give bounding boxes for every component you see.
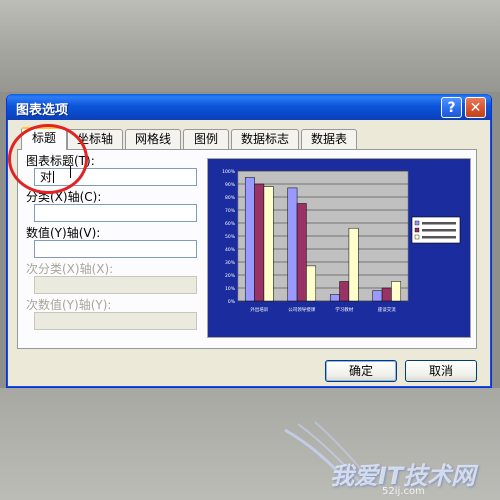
legend-swatch [414, 234, 420, 240]
y-tick-label: 70% [225, 208, 236, 214]
red-highlight-circle [8, 124, 88, 194]
y-tick-label: 100% [222, 169, 236, 175]
legend-entry-text-placeholder [422, 222, 456, 225]
legend-swatch [414, 227, 420, 233]
bar [372, 290, 383, 302]
y-tick-label: 0% [228, 299, 236, 305]
x-category-label: 外出培训 [250, 306, 268, 313]
bar [348, 227, 359, 302]
help-icon: ? [447, 99, 456, 116]
x-category-label: 座谈交流 [378, 306, 396, 313]
ok-button-label: 确定 [348, 364, 373, 378]
y-tick-label: 50% [225, 234, 236, 240]
y-tick-label: 80% [225, 195, 236, 201]
dialog-titlebar: 图表选项 ? ✕ [7, 94, 491, 120]
x-category-label: 学习教材 [335, 306, 353, 313]
x-category-label: 公司领导授课 [288, 306, 315, 313]
bar [391, 281, 402, 302]
tab-label: 网格线 [134, 132, 171, 146]
bar [263, 186, 274, 302]
bar [339, 281, 350, 302]
secondary-category-x-axis-input [34, 276, 197, 294]
bar [329, 294, 340, 302]
value-y-axis-input[interactable] [34, 240, 197, 258]
cancel-button[interactable]: 取消 [405, 360, 477, 382]
tab-label: 图例 [193, 132, 218, 146]
bar [381, 287, 392, 302]
tab-data-labels[interactable]: 数据标志 [231, 129, 299, 149]
desktop-background-top [0, 0, 500, 92]
cancel-button-label: 取消 [428, 364, 453, 378]
bar [296, 203, 307, 302]
ok-button[interactable]: 确定 [325, 360, 397, 382]
tab-data-table[interactable]: 数据表 [301, 129, 357, 149]
secondary-category-x-axis-label: 次分类(X)轴(X): [26, 262, 114, 276]
y-tick-label: 10% [225, 286, 236, 292]
bar [244, 177, 255, 302]
chart-preview: 0% 10% 20% 30% 40% 50% 60% 70% 80% 90% 100% 外出培训 公司领… [207, 158, 471, 338]
secondary-value-y-axis-label: 次数值(Y)轴(Y): [26, 298, 112, 312]
bar [306, 265, 317, 302]
y-tick-label: 40% [225, 247, 236, 253]
bar [287, 187, 298, 302]
legend-entry-text-placeholder [422, 229, 456, 232]
legend-entry-text-placeholder [422, 236, 456, 239]
watermark-url: 52ij.com [382, 486, 425, 497]
category-x-axis-input[interactable] [34, 204, 197, 222]
tab-label: 数据表 [310, 132, 347, 146]
help-button[interactable]: ? [441, 97, 462, 118]
title-tab-panel: 图表标题(T): 对 分类(X)轴(C): 数值(Y)轴(V): 次分类(X)轴… [17, 149, 477, 349]
dialog-title: 图表选项 [16, 103, 69, 118]
value-y-axis-label: 数值(Y)轴(V): [26, 226, 101, 240]
tab-legend[interactable]: 图例 [183, 129, 229, 149]
chart-preview-svg: 0% 10% 20% 30% 40% 50% 60% 70% 80% 90% 100% 外出培训 公司领… [208, 159, 470, 337]
close-button[interactable]: ✕ [465, 97, 486, 118]
legend-swatch [414, 220, 420, 226]
y-tick-label: 60% [225, 221, 236, 227]
y-tick-label: 20% [225, 273, 236, 279]
secondary-value-y-axis-input [34, 312, 197, 330]
y-tick-label: 90% [225, 182, 236, 188]
close-icon: ✕ [469, 99, 482, 116]
y-tick-label: 30% [225, 260, 236, 266]
tab-gridlines[interactable]: 网格线 [125, 129, 181, 149]
tab-label: 数据标志 [240, 132, 289, 146]
bar [254, 183, 265, 302]
